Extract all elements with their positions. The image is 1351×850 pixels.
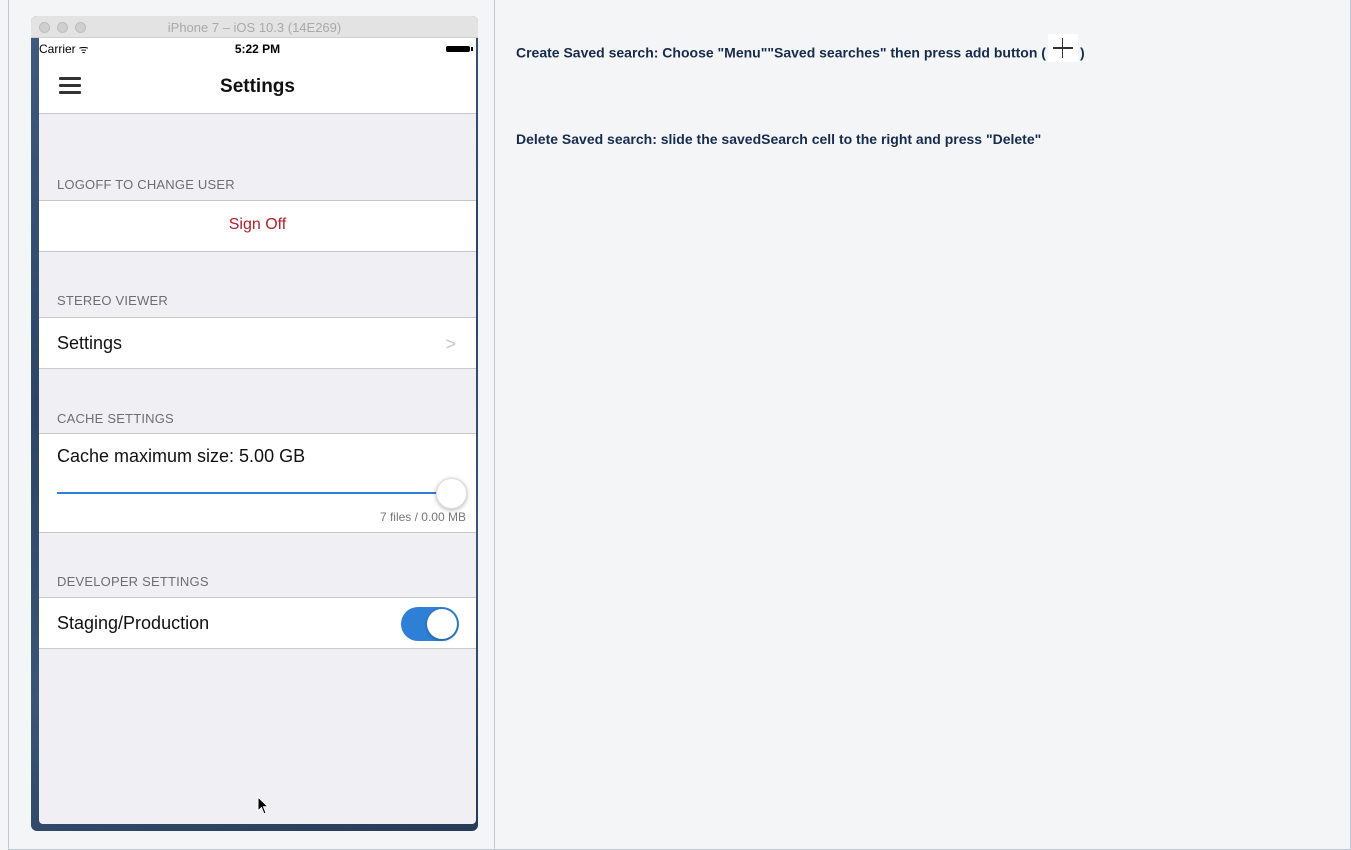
mouse-pointer-icon: [257, 796, 270, 815]
status-time: 5:22 PM: [234, 42, 281, 56]
instructions-cell: Create Saved search: Choose "Menu""Saved…: [495, 0, 1350, 849]
simulator-titlebar: iPhone 7 – iOS 10.3 (14E269): [31, 16, 478, 38]
staging-production-row: Staging/Production: [39, 597, 476, 649]
hamburger-menu-icon[interactable]: [59, 77, 81, 95]
staging-production-label: Staging/Production: [57, 613, 210, 633]
section-header-stereo: STEREO VIEWER: [57, 293, 168, 308]
page-title: Settings: [220, 76, 295, 97]
cache-stats-label: 7 files / 0.00 MB: [379, 510, 466, 524]
delete-saved-search-instruction: Delete Saved search: slide the savedSear…: [516, 131, 1042, 147]
cache-max-size-label: Cache maximum size: 5.00 GB: [57, 446, 306, 466]
content-table: iPhone 7 – iOS 10.3 (14E269) Carrier ᯤ 5:…: [8, 0, 1351, 850]
sign-off-button[interactable]: Sign Off: [39, 216, 476, 234]
chevron-right-icon: >: [445, 334, 456, 354]
toggle-knob: [427, 609, 457, 639]
create-instruction-suffix: ): [1079, 44, 1085, 61]
status-bar: Carrier ᯤ 5:22 PM: [39, 38, 476, 60]
create-instruction-text: Create Saved search: Choose "Menu""Saved…: [516, 44, 1046, 61]
battery-icon: [446, 46, 473, 52]
simulator-window: iPhone 7 – iOS 10.3 (14E269) Carrier ᯤ 5:…: [31, 16, 478, 831]
sign-off-row[interactable]: Sign Off: [39, 200, 476, 252]
section-header-developer: DEVELOPER SETTINGS: [57, 574, 209, 589]
create-saved-search-instruction: Create Saved search: Choose "Menu""Saved…: [516, 34, 1085, 68]
stereo-settings-row[interactable]: Settings >: [39, 317, 476, 369]
section-header-logoff: LOGOFF TO CHANGE USER: [57, 177, 235, 192]
cache-size-slider-thumb[interactable]: [436, 478, 467, 509]
phone-screen: Carrier ᯤ 5:22 PM Settings LOGOFF TO CHAN…: [39, 38, 476, 824]
section-header-cache: CACHE SETTINGS: [57, 411, 174, 426]
cache-settings-row: Cache maximum size: 5.00 GB 7 files / 0.…: [39, 433, 476, 533]
simulator-title: iPhone 7 – iOS 10.3 (14E269): [167, 20, 342, 35]
cache-size-slider-track[interactable]: [57, 492, 452, 494]
staging-production-toggle[interactable]: [401, 607, 459, 641]
navigation-bar: Settings: [39, 60, 476, 114]
screenshot-cell: iPhone 7 – iOS 10.3 (14E269) Carrier ᯤ 5:…: [9, 0, 495, 849]
add-icon: [1047, 34, 1078, 62]
stereo-settings-label: Settings: [57, 333, 123, 353]
